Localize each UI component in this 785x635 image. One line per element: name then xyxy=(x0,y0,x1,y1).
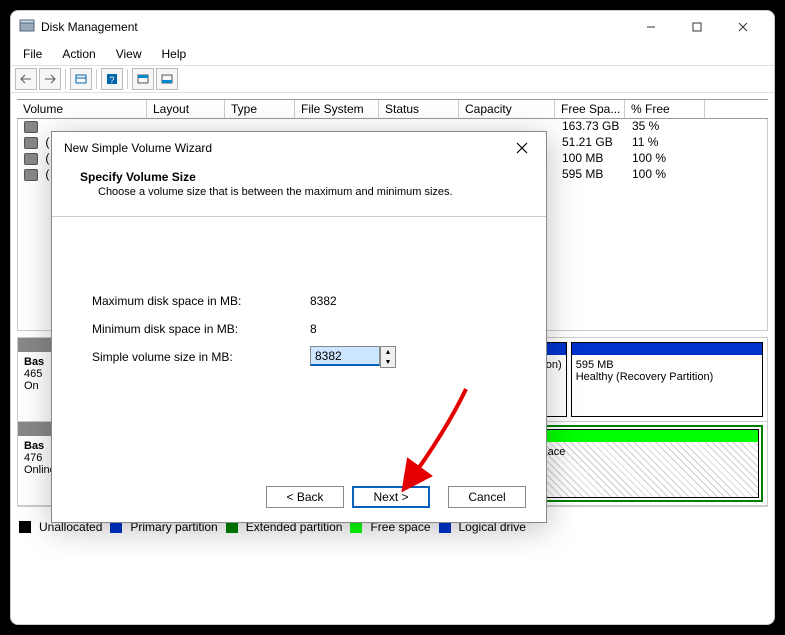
spinner-down-button[interactable]: ▼ xyxy=(381,357,395,367)
toolbar: ? xyxy=(11,65,774,93)
swatch-unallocated xyxy=(19,521,31,533)
menu-action[interactable]: Action xyxy=(54,45,103,63)
menu-help[interactable]: Help xyxy=(154,45,195,63)
volume-size-input[interactable] xyxy=(310,346,380,366)
volume-table-header: Volume Layout Type File System Status Ca… xyxy=(17,99,768,119)
wizard-close-button[interactable] xyxy=(510,136,534,160)
svg-text:?: ? xyxy=(109,75,114,85)
tool-back-icon[interactable] xyxy=(15,68,37,90)
menu-file[interactable]: File xyxy=(15,45,50,63)
volume-size-label: Simple volume size in MB: xyxy=(92,350,310,364)
cell-free: 163.73 GB xyxy=(556,119,626,135)
recovery-status: Healthy (Recovery Partition) xyxy=(576,371,758,383)
disk-0-type: Bas xyxy=(24,356,44,368)
max-disk-space-value: 8382 xyxy=(310,294,337,308)
cell-free: 100 MB xyxy=(556,151,626,167)
window-title: Disk Management xyxy=(41,20,628,34)
col-type[interactable]: Type xyxy=(225,100,295,118)
cancel-button[interactable]: Cancel xyxy=(448,486,526,508)
back-button[interactable]: < Back xyxy=(266,486,344,508)
disk-0-size: 465 xyxy=(24,368,42,380)
cell-pct: 100 % xyxy=(626,167,706,183)
drive-icon xyxy=(24,169,38,181)
tool-forward-icon[interactable] xyxy=(39,68,61,90)
next-button[interactable]: Next > xyxy=(352,486,430,508)
drive-icon xyxy=(24,153,38,165)
cell-free: 595 MB xyxy=(556,167,626,183)
spinner-up-button[interactable]: ▲ xyxy=(381,347,395,357)
menu-view[interactable]: View xyxy=(108,45,150,63)
cell-pct: 11 % xyxy=(626,135,706,151)
drive-icon xyxy=(24,137,38,149)
app-icon xyxy=(19,19,35,35)
col-percent-free[interactable]: % Free xyxy=(625,100,705,118)
cell-pct: 35 % xyxy=(626,119,706,135)
titlebar: Disk Management xyxy=(11,11,774,43)
new-simple-volume-wizard: New Simple Volume Wizard Specify Volume … xyxy=(51,131,547,523)
tool-help-icon[interactable]: ? xyxy=(101,68,123,90)
drive-icon xyxy=(24,121,38,133)
cell-pct: 100 % xyxy=(626,151,706,167)
disk-0-recovery-partition[interactable]: 595 MB Healthy (Recovery Partition) xyxy=(571,342,763,417)
disk-0-status: On xyxy=(24,380,39,392)
col-volume[interactable]: Volume xyxy=(17,100,147,118)
col-status[interactable]: Status xyxy=(379,100,459,118)
disk-1-type: Bas xyxy=(24,440,44,452)
volume-size-spinner: ▲ ▼ xyxy=(310,346,396,368)
tool-split-bottom-icon[interactable] xyxy=(156,68,178,90)
col-free-space[interactable]: Free Spa... xyxy=(555,100,625,118)
col-file-system[interactable]: File System xyxy=(295,100,379,118)
minimize-button[interactable] xyxy=(628,11,674,43)
recovery-size: 595 MB xyxy=(576,359,758,371)
wizard-heading: Specify Volume Size xyxy=(80,170,518,184)
tool-split-top-icon[interactable] xyxy=(132,68,154,90)
disk-management-window: Disk Management File Action View Help ? … xyxy=(10,10,775,625)
min-disk-space-label: Minimum disk space in MB: xyxy=(92,322,310,336)
close-button[interactable] xyxy=(720,11,766,43)
disk-1-size: 476 xyxy=(24,452,42,464)
wizard-title: New Simple Volume Wizard xyxy=(64,141,212,155)
wizard-subheading: Choose a volume size that is between the… xyxy=(80,186,518,198)
max-disk-space-label: Maximum disk space in MB: xyxy=(92,294,310,308)
col-capacity[interactable]: Capacity xyxy=(459,100,555,118)
col-layout[interactable]: Layout xyxy=(147,100,225,118)
cell-free: 51.21 GB xyxy=(556,135,626,151)
tool-view-icon[interactable] xyxy=(70,68,92,90)
min-disk-space-value: 8 xyxy=(310,322,317,336)
menubar: File Action View Help xyxy=(11,43,774,65)
maximize-button[interactable] xyxy=(674,11,720,43)
